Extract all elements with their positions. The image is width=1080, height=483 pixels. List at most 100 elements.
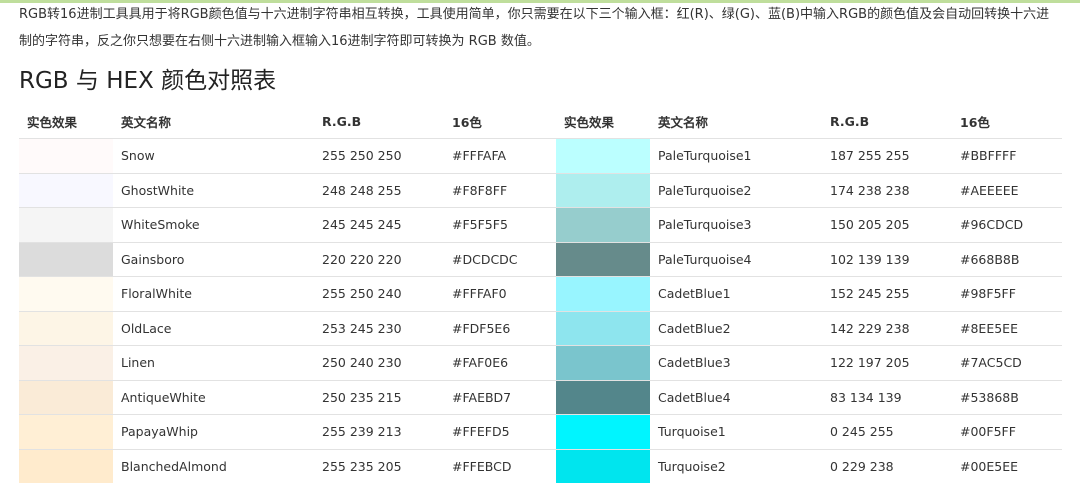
color-name-cell: FloralWhite <box>113 276 314 311</box>
color-swatch <box>556 241 650 277</box>
rgb-value-cell: 255 250 250 <box>314 138 444 173</box>
hex-value-cell: #FAF0E6 <box>444 345 556 380</box>
rgb-value-cell: 174 238 238 <box>822 172 952 208</box>
hex-value-cell: #FFFAF0 <box>444 276 556 311</box>
color-name-cell: Turquoise1 <box>650 414 822 449</box>
rgb-value-cell: 255 239 213 <box>314 414 444 449</box>
table-row: WhiteSmoke 245 245 245 #F5F5F5 PaleTurquois… <box>19 207 1062 242</box>
hex-value-cell: #53868B <box>952 379 1062 415</box>
hex-value-cell: #FAEBD7 <box>444 379 556 415</box>
intro-paragraph: RGB转16进制工具具用于将RGB颜色值与十六进制字符串相互转换，工具使用简单，… <box>19 7 1050 49</box>
color-swatch <box>19 448 113 483</box>
color-swatch <box>556 448 650 483</box>
rgb-value-cell: 250 240 230 <box>314 345 444 380</box>
color-name-cell: CadetBlue3 <box>650 345 822 380</box>
color-swatch <box>556 379 650 415</box>
rgb-value-cell: 187 255 255 <box>822 138 952 173</box>
color-swatch <box>19 379 113 415</box>
hex-value-cell: #DCDCDC <box>444 241 556 277</box>
color-swatch <box>556 172 650 208</box>
hex-value-cell: #F8F8FF <box>444 172 556 208</box>
color-swatch <box>19 241 113 277</box>
rgb-value-cell: 102 139 139 <box>822 241 952 277</box>
color-swatch <box>556 138 650 173</box>
rgb-value-cell: 122 197 205 <box>822 345 952 380</box>
color-swatch <box>19 172 113 208</box>
table-row: OldLace 253 245 230 #FDF5E6 CadetBlue2 142 2… <box>19 310 1062 346</box>
rgb-value-cell: 83 134 139 <box>822 379 952 415</box>
color-name-cell: PaleTurquoise1 <box>650 138 822 173</box>
rgb-value-cell: 0 245 255 <box>822 414 952 449</box>
color-swatch <box>556 207 650 242</box>
color-name-cell: WhiteSmoke <box>113 207 314 242</box>
color-swatch <box>556 276 650 311</box>
header-name: 英文名称 <box>113 104 314 139</box>
hex-value-cell: #96CDCD <box>952 207 1062 242</box>
color-swatch <box>19 207 113 242</box>
hex-value-cell: #7AC5CD <box>952 345 1062 380</box>
table-row: Linen 250 240 230 #FAF0E6 CadetBlue3 122 197… <box>19 345 1062 380</box>
hex-value-cell: #00F5FF <box>952 414 1062 449</box>
header-hex: 16色 <box>444 104 556 139</box>
color-swatch <box>556 310 650 346</box>
color-name-cell: PaleTurquoise4 <box>650 241 822 277</box>
table-row: FloralWhite 255 250 240 #FFFAF0 CadetBlue1 1… <box>19 276 1062 311</box>
header-swatch: 实色效果 <box>556 104 650 139</box>
hex-value-cell: #00E5EE <box>952 448 1062 483</box>
hex-value-cell: #98F5FF <box>952 276 1062 311</box>
color-name-cell: GhostWhite <box>113 172 314 208</box>
color-name-cell: PaleTurquoise3 <box>650 207 822 242</box>
rgb-value-cell: 220 220 220 <box>314 241 444 277</box>
hex-value-cell: #F5F5F5 <box>444 207 556 242</box>
rgb-value-cell: 245 245 245 <box>314 207 444 242</box>
table-header-row: 实色效果 英文名称 R.G.B 16色 实色效果 英文名称 R.G.B 16色 <box>19 104 1062 139</box>
hex-value-cell: #FFEFD5 <box>444 414 556 449</box>
header-rgb: R.G.B <box>314 104 444 139</box>
hex-value-cell: #668B8B <box>952 241 1062 277</box>
header-swatch: 实色效果 <box>19 104 113 139</box>
color-swatch <box>19 345 113 380</box>
hex-value-cell: #FDF5E6 <box>444 310 556 346</box>
color-name-cell: CadetBlue4 <box>650 379 822 415</box>
table-row: BlanchedAlmond 255 235 205 #FFEBCD Turquois… <box>19 448 1062 483</box>
color-reference-table: 实色效果 英文名称 R.G.B 16色 实色效果 英文名称 R.G.B 16色 … <box>19 104 1062 483</box>
table-row: GhostWhite 248 248 255 #F8F8FF PaleTurquois… <box>19 172 1062 208</box>
hex-value-cell: #AEEEEE <box>952 172 1062 208</box>
section-title: RGB 与 HEX 颜色对照表 <box>19 68 277 94</box>
rgb-value-cell: 142 229 238 <box>822 310 952 346</box>
rgb-value-cell: 255 235 205 <box>314 448 444 483</box>
header-name: 英文名称 <box>650 104 822 139</box>
header-hex: 16色 <box>952 104 1062 139</box>
color-name-cell: CadetBlue1 <box>650 276 822 311</box>
color-swatch <box>19 276 113 311</box>
color-name-cell: OldLace <box>113 310 314 346</box>
rgb-value-cell: 250 235 215 <box>314 379 444 415</box>
color-name-cell: CadetBlue2 <box>650 310 822 346</box>
color-swatch <box>19 138 113 173</box>
header-rgb: R.G.B <box>822 104 952 139</box>
color-name-cell: PapayaWhip <box>113 414 314 449</box>
color-name-cell: Linen <box>113 345 314 380</box>
rgb-value-cell: 150 205 205 <box>822 207 952 242</box>
table-row: PapayaWhip 255 239 213 #FFEFD5 Turquoise1 0 … <box>19 414 1062 449</box>
rgb-value-cell: 255 250 240 <box>314 276 444 311</box>
table-row: Snow 255 250 250 #FFFAFA PaleTurquoise1 187 … <box>19 138 1062 173</box>
table-row: AntiqueWhite 250 235 215 #FAEBD7 CadetBlue4… <box>19 379 1062 415</box>
hex-value-cell: #FFFAFA <box>444 138 556 173</box>
color-swatch <box>19 414 113 449</box>
hex-value-cell: #BBFFFF <box>952 138 1062 173</box>
color-swatch <box>19 310 113 346</box>
rgb-value-cell: 253 245 230 <box>314 310 444 346</box>
color-name-cell: Snow <box>113 138 314 173</box>
rgb-value-cell: 248 248 255 <box>314 172 444 208</box>
color-name-cell: PaleTurquoise2 <box>650 172 822 208</box>
table-row: Gainsboro 220 220 220 #DCDCDC PaleTurquoise… <box>19 241 1062 277</box>
color-name-cell: BlanchedAlmond <box>113 448 314 483</box>
rgb-value-cell: 0 229 238 <box>822 448 952 483</box>
content-area: RGB转16进制工具具用于将RGB颜色值与十六进制字符串相互转换，工具使用简单，… <box>0 0 1080 483</box>
color-name-cell: Gainsboro <box>113 241 314 277</box>
color-name-cell: Turquoise2 <box>650 448 822 483</box>
color-swatch <box>556 414 650 449</box>
color-name-cell: AntiqueWhite <box>113 379 314 415</box>
hex-value-cell: #FFEBCD <box>444 448 556 483</box>
